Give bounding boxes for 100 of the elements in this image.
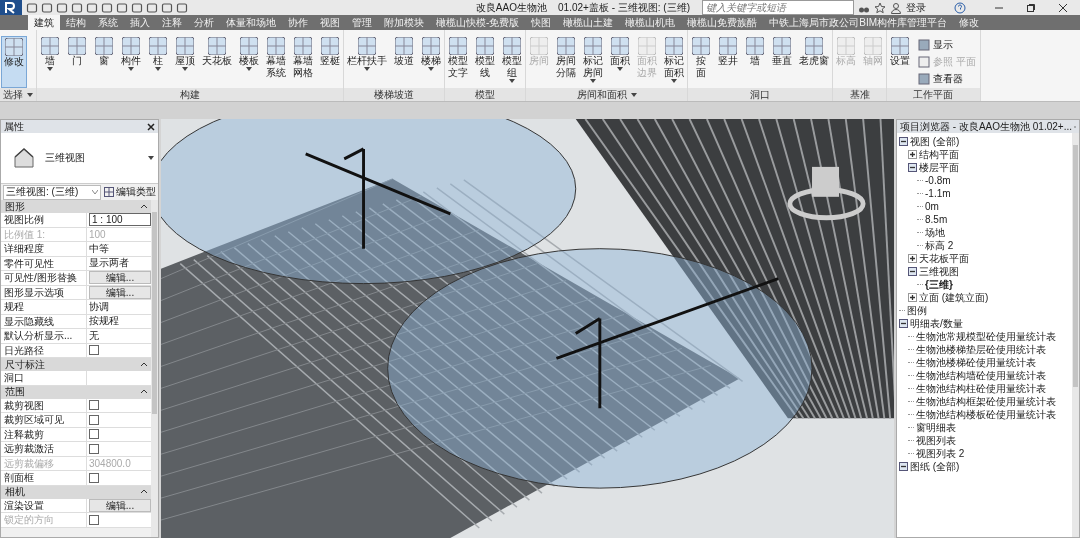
ribbon-tab[interactable]: 橄榄山机电 [619, 15, 682, 30]
type-selector[interactable]: 三维视图 [1, 133, 158, 184]
panel-label[interactable]: 选择 [0, 88, 36, 101]
checkbox[interactable] [89, 414, 99, 425]
tree-item[interactable]: 视图列表 [916, 433, 956, 448]
tree-item[interactable]: 图纸 (全部) [910, 459, 960, 474]
ribbon-tab[interactable]: 橄榄山免费族酷 [681, 15, 764, 30]
view-dropdown[interactable]: 三维视图: (三维) [3, 184, 101, 200]
toolbar-icon[interactable] [41, 1, 53, 14]
tree-item[interactable]: 生物池结构楼板砼使用量统计表 [916, 407, 1056, 422]
search-field[interactable]: 键入关键字或短语 [702, 0, 854, 15]
ribbon-tool-button[interactable]: 模型文字 [446, 36, 470, 88]
ribbon-tool-button[interactable]: 房间分隔 [554, 36, 578, 88]
tree-item[interactable]: 场地 [925, 225, 945, 240]
toolbar-icon[interactable] [176, 1, 188, 14]
expand-icon[interactable] [908, 293, 917, 302]
edit-type-button[interactable]: 编辑类型 [104, 185, 156, 199]
login-link[interactable]: 登录 [906, 0, 926, 15]
toolbar-icon[interactable] [26, 1, 38, 14]
tree-item[interactable]: 生物池结构墙砼使用量统计表 [916, 368, 1046, 383]
checkbox[interactable] [89, 345, 99, 356]
ribbon-tool-button[interactable]: 垂直 [770, 36, 794, 88]
expand-icon[interactable] [908, 254, 917, 263]
ribbon-tool-button[interactable]: 老虎窗 [797, 36, 831, 88]
ribbon-tool-button[interactable]: 栏杆扶手 [345, 36, 389, 88]
ribbon-tab[interactable]: 体量和场地 [220, 15, 282, 30]
tree-item[interactable]: 图例 [907, 303, 927, 318]
tree-item[interactable]: 生物池楼梯垫层砼使用统计表 [916, 342, 1046, 357]
ribbon-tool-button[interactable]: 竖梃 [318, 36, 342, 88]
tree-item[interactable]: 标高 2 [925, 238, 954, 253]
ribbon-tool-button[interactable]: 楼梯 [419, 36, 443, 88]
restore-icon[interactable] [1026, 2, 1036, 13]
ribbon-tool-button[interactable]: 幕墙网格 [291, 36, 315, 88]
ribbon-tab[interactable]: 协作 [282, 15, 314, 30]
ribbon-tool-button[interactable]: 竖井 [716, 36, 740, 88]
tree-item[interactable]: 生物池楼梯砼使用量统计表 [916, 355, 1036, 370]
ribbon-tool-button[interactable]: 坡道 [392, 36, 416, 88]
ribbon-tab[interactable]: 修改 [953, 15, 986, 30]
ribbon-tab[interactable]: 橄榄山土建 [557, 15, 620, 30]
toolbar-icon[interactable] [101, 1, 113, 14]
collapse-icon[interactable] [899, 462, 908, 471]
tree-item[interactable]: 生物池常规模型砼使用量统计表 [916, 329, 1056, 344]
ribbon-tool-button[interactable]: 设置 [888, 36, 912, 88]
ribbon-tool-button[interactable]: 按面 [689, 36, 713, 88]
user-icon[interactable] [890, 1, 902, 14]
collapse-icon[interactable] [899, 137, 908, 146]
tree-item[interactable]: 生物池结构框架砼使用量统计表 [916, 394, 1056, 409]
toolbar-icon[interactable] [116, 1, 128, 14]
ribbon-tab[interactable]: 结构 [60, 15, 92, 30]
tree-item[interactable]: 视图列表 2 [916, 446, 965, 461]
help-icon[interactable] [954, 1, 966, 14]
app-menu-button[interactable] [0, 0, 22, 15]
ribbon-tab[interactable]: 建筑 [28, 15, 60, 30]
ribbon-tool-button[interactable]: 模型组 [500, 36, 524, 88]
ribbon-tool-button[interactable]: 标记房间 [581, 36, 605, 88]
checkbox[interactable] [89, 443, 99, 454]
ribbon-tab[interactable]: 橄榄山快模-免费版 [430, 15, 526, 30]
ribbon-tab[interactable]: 快图 [525, 15, 558, 30]
ribbon-tab[interactable]: 视图 [314, 15, 346, 30]
collapse-icon[interactable] [908, 163, 917, 172]
ribbon-tool-button[interactable]: 门 [65, 36, 89, 88]
ribbon-tab[interactable]: 系统 [92, 15, 124, 30]
group-header[interactable]: 尺寸标注 [1, 358, 151, 371]
ribbon-tool-button[interactable]: 墙 [743, 36, 767, 88]
ribbon-tool-button[interactable]: 屋顶 [173, 36, 197, 88]
ribbon-tool-button[interactable]: 墙 [38, 36, 62, 88]
3d-model-viewport-drawing[interactable] [161, 119, 894, 538]
tree-item[interactable]: 视图 (全部) [910, 134, 960, 149]
tree-item[interactable]: {三维} [925, 277, 953, 292]
ribbon-tool-button[interactable]: 模型线 [473, 36, 497, 88]
ribbon-tool-button[interactable]: 构件 [119, 36, 143, 88]
ribbon-small-button[interactable]: 查看器 [918, 72, 976, 86]
ribbon-tab[interactable]: 管理 [346, 15, 378, 30]
tree-item[interactable]: -0.8m [925, 175, 951, 186]
ribbon-tool-button[interactable]: 修改 [1, 36, 27, 88]
tree-item[interactable]: 楼层平面 [919, 160, 959, 175]
checkbox[interactable] [89, 429, 99, 440]
ribbon-tab[interactable]: 插入 [124, 15, 156, 30]
tree-item[interactable]: 0m [925, 201, 939, 212]
toolbar-icon[interactable] [161, 1, 173, 14]
ribbon-tool-button[interactable]: 标记面积 [662, 36, 686, 88]
panel-label[interactable]: 房间和面积 [526, 88, 687, 101]
tree-item[interactable]: 结构平面 [919, 147, 959, 162]
collapse-icon[interactable] [908, 267, 917, 276]
ribbon-tool-button[interactable]: 楼板 [237, 36, 261, 88]
ribbon-tab[interactable]: 分析 [188, 15, 220, 30]
tree-item[interactable]: 窗明细表 [916, 420, 956, 435]
tree-item[interactable]: 8.5m [925, 214, 948, 225]
edit-button[interactable]: 编辑... [89, 271, 151, 285]
tree-item[interactable]: 三维视图 [919, 264, 959, 279]
toolbar-icon[interactable] [131, 1, 143, 14]
star-icon[interactable] [874, 1, 886, 14]
toolbar-icon[interactable] [146, 1, 158, 14]
ribbon-tool-button[interactable]: 面积 [608, 36, 632, 88]
tree-item[interactable]: 天花板平面 [919, 251, 969, 266]
checkbox[interactable] [89, 400, 99, 411]
ribbon-tab[interactable]: 中铁上海局市政公司BIM构件库管理平台 [763, 15, 954, 30]
ribbon-tool-button[interactable]: 天花板 [200, 36, 234, 88]
collapse-icon[interactable] [899, 319, 908, 328]
close-icon[interactable] [147, 122, 155, 131]
